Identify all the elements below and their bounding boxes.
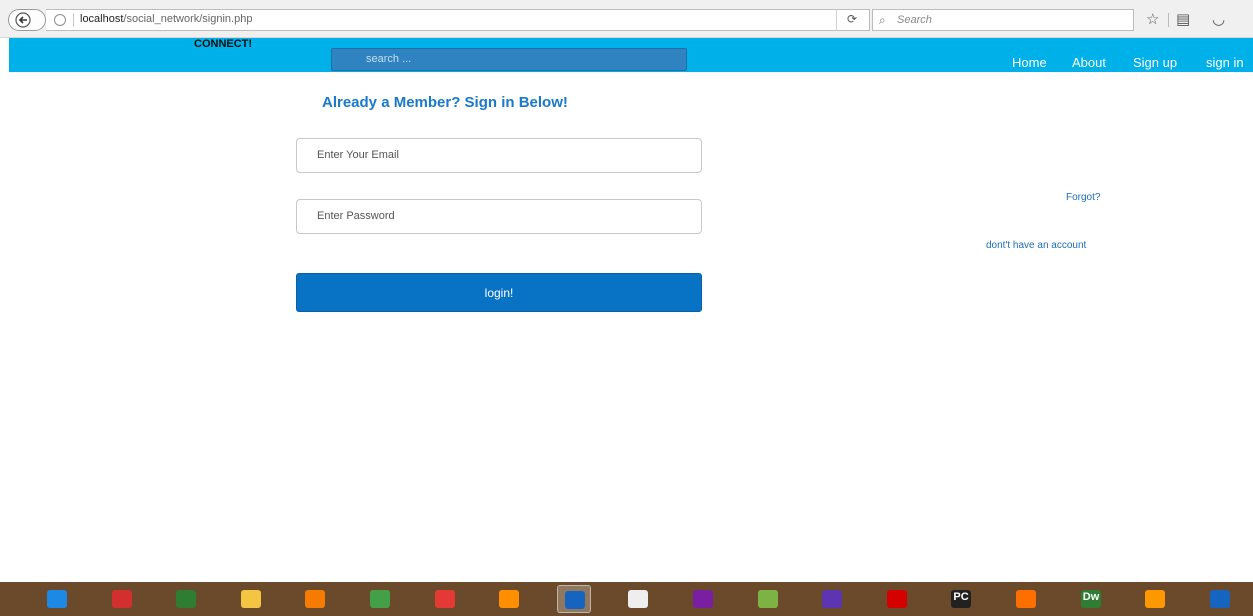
brand-logo[interactable]: CONNECT!: [194, 38, 252, 50]
taskbar: PC Dw: [0, 582, 1253, 616]
uc-browser-icon[interactable]: [492, 585, 526, 613]
url-divider: [73, 13, 74, 27]
login-button-label: login!: [484, 286, 514, 300]
password-placeholder: Enter Password: [317, 210, 395, 222]
task-manager-icon[interactable]: [363, 585, 397, 613]
firefox-icon[interactable]: [557, 585, 591, 613]
nav-signup-link[interactable]: Sign up: [1133, 55, 1177, 70]
email-field[interactable]: Enter Your Email: [296, 138, 702, 173]
nav-about-link[interactable]: About: [1072, 55, 1106, 70]
bookmark-star-icon[interactable]: ☆: [1146, 10, 1159, 28]
file-explorer-icon-glyph: [241, 590, 261, 608]
reload-icon: ⟳: [847, 12, 858, 26]
chrome-icon[interactable]: [428, 585, 462, 613]
firefox-icon-glyph: [565, 591, 585, 609]
url-bar[interactable]: localhost/social_network/signin.php: [46, 9, 870, 31]
url-path: /social_network/signin.php: [123, 13, 253, 25]
dreamweaver-icon-label: Dw: [1082, 591, 1100, 603]
pocket-icon[interactable]: ◡: [1212, 10, 1225, 28]
word-icon[interactable]: [1203, 585, 1237, 613]
reload-button[interactable]: ⟳: [836, 9, 868, 31]
no-account-link[interactable]: dont't have an account: [986, 240, 1086, 251]
internet-explorer-icon-glyph: [47, 590, 67, 608]
uc-browser-icon-glyph: [499, 590, 519, 608]
site-search-input[interactable]: search ...: [331, 48, 687, 71]
url-text[interactable]: localhost/social_network/signin.php: [80, 13, 252, 25]
file-explorer-icon[interactable]: [234, 585, 268, 613]
internet-explorer-icon[interactable]: [40, 585, 74, 613]
pen-tool-icon-glyph: [628, 590, 648, 608]
url-host: localhost: [80, 13, 124, 25]
forgot-password-link[interactable]: Forgot?: [1066, 192, 1100, 203]
visual-studio-icon-glyph: [693, 590, 713, 608]
word-icon-glyph: [1210, 590, 1230, 608]
site-search-placeholder: search ...: [366, 53, 412, 65]
password-field[interactable]: Enter Password: [296, 199, 702, 234]
site-info-icon[interactable]: [54, 14, 66, 26]
sublime-text-icon-glyph: [1016, 590, 1036, 608]
toolbar-divider: [1168, 13, 1169, 27]
chrome-icon-glyph: [435, 590, 455, 608]
pycharm-icon[interactable]: PC: [944, 585, 978, 613]
dreamweaver-icon[interactable]: Dw: [1074, 585, 1108, 613]
visual-studio-icon[interactable]: [686, 585, 720, 613]
task-manager-icon-glyph: [370, 590, 390, 608]
reading-list-icon[interactable]: ▤: [1176, 10, 1190, 28]
xampp-icon[interactable]: [298, 585, 332, 613]
search-icon: ⌕: [879, 13, 886, 27]
back-button[interactable]: [8, 9, 46, 31]
android-studio-icon-glyph: [176, 590, 196, 608]
visual-studio-2-icon[interactable]: [815, 585, 849, 613]
opera-icon[interactable]: [880, 585, 914, 613]
nav-home-link[interactable]: Home: [1012, 55, 1047, 70]
vlc-icon[interactable]: [1138, 585, 1172, 613]
xampp-icon-glyph: [305, 590, 325, 608]
sublime-text-icon[interactable]: [1009, 585, 1043, 613]
browser-search-placeholder: Search: [897, 14, 932, 26]
opera-icon-glyph: [887, 590, 907, 608]
pycharm-icon-label: PC: [953, 591, 969, 603]
browser-search-input[interactable]: ⌕ Search: [872, 9, 1134, 31]
android-studio-icon[interactable]: [169, 585, 203, 613]
site-navbar: CONNECT! search ... Home About Sign up s…: [9, 38, 1253, 72]
vlc-icon-glyph: [1145, 590, 1165, 608]
android-icon-glyph: [758, 590, 778, 608]
browser-toolbar: localhost/social_network/signin.php ⟳ ⌕ …: [0, 0, 1253, 38]
signin-heading: Already a Member? Sign in Below!: [322, 94, 568, 111]
toolbox-icon[interactable]: [105, 585, 139, 613]
android-icon[interactable]: [751, 585, 785, 613]
nav-signin-link[interactable]: sign in: [1206, 55, 1244, 70]
pen-tool-icon[interactable]: [621, 585, 655, 613]
email-placeholder: Enter Your Email: [317, 149, 399, 161]
login-button[interactable]: login!: [296, 273, 702, 312]
back-arrow-icon: [15, 12, 31, 28]
toolbox-icon-glyph: [112, 590, 132, 608]
visual-studio-2-icon-glyph: [822, 590, 842, 608]
